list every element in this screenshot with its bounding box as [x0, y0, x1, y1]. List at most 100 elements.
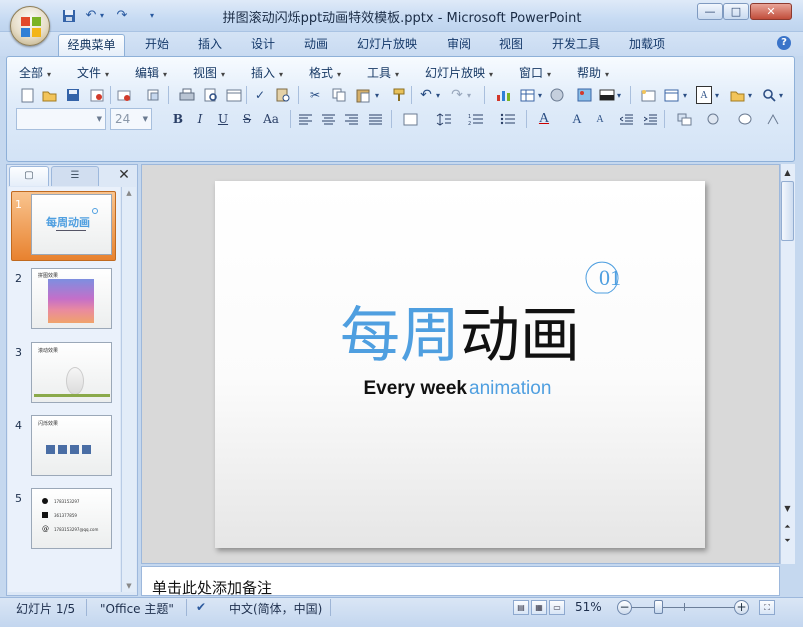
find-dropdown-icon[interactable]: ▾	[776, 86, 786, 104]
email-icon[interactable]	[115, 86, 133, 104]
underline-button[interactable]: U	[214, 110, 232, 128]
layout-arrow-icon[interactable]: ▾	[680, 86, 690, 104]
scroll-up-icon[interactable]: ▲	[781, 166, 794, 179]
numbering-icon[interactable]: 12	[466, 110, 484, 128]
zoom-level[interactable]: 51%	[575, 600, 602, 614]
maximize-button[interactable]: □	[723, 3, 749, 20]
paste-dropdown-icon[interactable]: ▾	[372, 86, 382, 104]
previous-slide-icon[interactable]: ⏶	[781, 520, 794, 533]
menu-view[interactable]: 视图 ▾	[193, 64, 225, 80]
tab-classic-menu[interactable]: 经典菜单	[58, 34, 125, 56]
open-folder-icon[interactable]	[40, 86, 58, 104]
layout-dropdown-icon[interactable]	[662, 86, 680, 104]
layout-icon[interactable]	[225, 86, 243, 104]
menu-insert[interactable]: 插入 ▾	[251, 64, 283, 80]
textbox-dropdown-icon[interactable]: ▾	[712, 86, 722, 104]
align-left-icon[interactable]	[296, 110, 314, 128]
tab-home[interactable]: 开始	[135, 34, 179, 56]
new-file-icon[interactable]	[18, 86, 36, 104]
tab-animations[interactable]: 动画	[294, 34, 338, 56]
menu-file[interactable]: 文件 ▾	[77, 64, 109, 80]
decrease-indent-icon[interactable]	[617, 110, 635, 128]
zoom-slider-thumb[interactable]	[654, 600, 663, 614]
menu-all[interactable]: 全部 ▾	[19, 64, 51, 80]
format-painter-icon[interactable]	[390, 86, 408, 104]
grow-font-icon[interactable]: A	[568, 110, 586, 128]
change-case-button[interactable]: Aa	[260, 110, 282, 128]
undo-dropdown-icon[interactable]: ▾	[97, 7, 107, 24]
zoom-out-icon[interactable]: −	[617, 600, 632, 615]
line-spacing-icon[interactable]	[434, 110, 452, 128]
permission-icon[interactable]	[88, 86, 106, 104]
close-button[interactable]: ✕	[750, 3, 792, 20]
table-dropdown-icon[interactable]: ▾	[535, 86, 545, 104]
shape-outline-icon[interactable]	[764, 110, 782, 128]
menu-tools[interactable]: 工具 ▾	[367, 64, 399, 80]
text-direction-icon[interactable]	[401, 110, 419, 128]
menu-slide-show[interactable]: 幻灯片放映 ▾	[425, 64, 493, 80]
tab-view[interactable]: 视图	[489, 34, 533, 56]
spelling-icon[interactable]: ✓	[251, 86, 269, 104]
tab-add-ins[interactable]: 加载项	[620, 34, 674, 56]
tab-slide-show[interactable]: 幻灯片放映	[350, 34, 424, 56]
next-slide-icon[interactable]: ⏷	[781, 534, 794, 547]
slide-thumbnail-3[interactable]: 滚动效果	[31, 342, 112, 403]
slide-thumbnail-2[interactable]: 拼图效果	[31, 268, 112, 329]
scroll-thumb[interactable]	[781, 181, 794, 241]
spell-check-icon[interactable]: ✔	[196, 600, 206, 614]
tab-insert[interactable]: 插入	[188, 34, 232, 56]
save-toolbar-icon[interactable]	[64, 86, 82, 104]
tab-developer[interactable]: 开发工具	[544, 34, 608, 56]
pane-close-icon[interactable]: ✕	[117, 168, 131, 182]
shadow-button[interactable]: S	[238, 110, 256, 128]
slide-sorter-icon[interactable]: ▦	[531, 600, 547, 615]
publish-icon[interactable]	[144, 86, 162, 104]
save-icon[interactable]	[60, 7, 78, 24]
bullets-icon[interactable]	[498, 110, 516, 128]
menu-edit[interactable]: 编辑 ▾	[135, 64, 167, 80]
shape-fill-icon[interactable]	[736, 110, 754, 128]
quick-styles-icon[interactable]	[705, 110, 723, 128]
chart-icon[interactable]	[494, 86, 512, 104]
minimize-button[interactable]: —	[697, 3, 723, 20]
redo-icon[interactable]: ↷	[113, 7, 131, 24]
paste-icon[interactable]	[354, 86, 372, 104]
scroll-down-icon[interactable]: ▼	[122, 582, 136, 590]
tab-slides[interactable]: ▢	[9, 166, 49, 186]
print-preview-icon[interactable]	[202, 86, 220, 104]
table-icon[interactable]	[518, 86, 536, 104]
undo-toolbar-dropdown-icon[interactable]: ▾	[433, 86, 443, 104]
clipart-icon[interactable]	[548, 86, 566, 104]
tab-design[interactable]: 设计	[241, 34, 285, 56]
zoom-slider-track[interactable]	[632, 607, 738, 608]
help-icon[interactable]: ?	[777, 36, 791, 50]
slides-pane-scrollbar[interactable]: ▲ ▼	[121, 187, 136, 592]
print-icon[interactable]	[178, 86, 196, 104]
italic-button[interactable]: I	[191, 110, 209, 128]
slide-show-icon[interactable]: ▭	[549, 600, 565, 615]
tab-review[interactable]: 审阅	[437, 34, 481, 56]
bold-button[interactable]: B	[169, 110, 187, 128]
scroll-down-icon[interactable]: ▼	[781, 502, 794, 515]
cut-icon[interactable]: ✂	[306, 86, 324, 104]
menu-window[interactable]: 窗口 ▾	[519, 64, 551, 80]
slide-thumbnail-1[interactable]: 每周动画	[31, 194, 112, 255]
tab-outline[interactable]: ☰	[51, 166, 99, 186]
new-slide-icon[interactable]	[639, 86, 657, 104]
office-button[interactable]	[10, 6, 50, 46]
notes-placeholder[interactable]: 单击此处添加备注	[152, 577, 272, 598]
background-dropdown-icon[interactable]: ▾	[614, 86, 624, 104]
font-color-icon[interactable]: A	[535, 110, 553, 128]
align-center-icon[interactable]	[319, 110, 337, 128]
research-icon[interactable]	[274, 86, 292, 104]
increase-indent-icon[interactable]	[641, 110, 659, 128]
shrink-font-icon[interactable]: A	[591, 110, 609, 128]
zoom-in-icon[interactable]: +	[734, 600, 749, 615]
arrange-icon[interactable]	[675, 110, 693, 128]
slide-thumbnail-4[interactable]: 闪烁效果	[31, 415, 112, 476]
redo-toolbar-dropdown-icon[interactable]: ▾	[464, 86, 474, 104]
slide-thumbnail-5[interactable]: 1783153297 361377859 @ 1783153297@qq.com	[31, 488, 112, 549]
font-size-select[interactable]: 24 ▼	[110, 108, 152, 130]
justify-icon[interactable]	[366, 110, 384, 128]
scroll-up-icon[interactable]: ▲	[122, 189, 136, 197]
